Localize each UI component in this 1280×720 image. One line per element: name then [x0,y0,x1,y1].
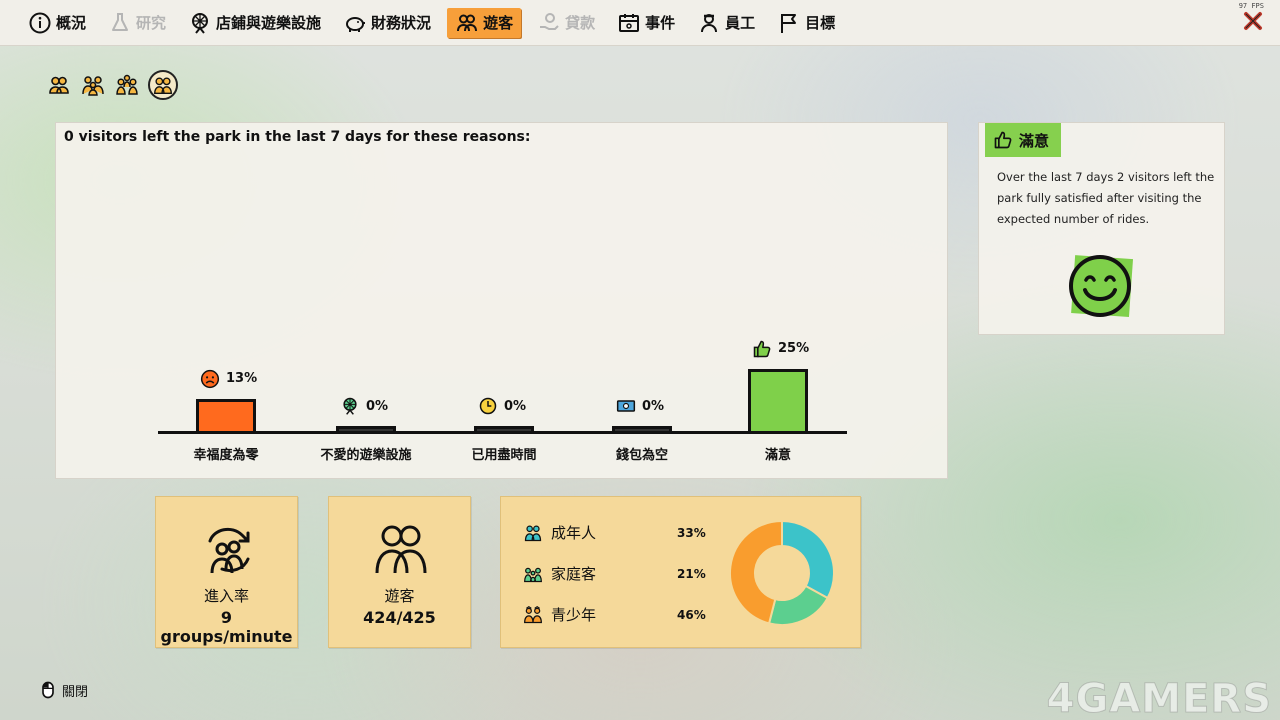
thumbs-up-icon [752,339,772,359]
thumbs-up-icon [993,130,1013,150]
tab-goals[interactable]: 目標 [771,8,841,38]
reason-label: 已用盡時間 [471,448,537,463]
loan-hand-icon [537,11,561,35]
satisfied-description: Over the last 7 days 2 visitors left the… [997,170,1215,226]
tab-overview-label: 概況 [56,14,87,32]
visitor-subtabs [46,70,186,100]
chart-baseline [158,431,847,434]
ferris-wheel-icon [340,396,360,416]
entry-rate-label: 進入率 [203,587,249,605]
demographic-label: 青少年 [551,606,597,624]
visitors-count-label: 遊客 [384,587,415,605]
tab-research-label: 研究 [136,14,167,32]
tab-finances[interactable]: 財務狀況 [337,8,437,38]
top-navigation-bar: 概況 研究 店鋪與遊樂設施 財務狀況 遊客 貸款 事件 員工 目標 97 FPS [0,0,1280,46]
leave-reasons-panel: 0 visitors left the park in the last 7 d… [55,122,948,479]
visitors-icon [373,521,429,577]
reason-bar [196,398,256,431]
leave-reasons-title: 0 visitors left the park in the last 7 d… [64,129,531,145]
visitors-count-card: 遊客 424/425 [328,496,471,648]
tab-goals-label: 目標 [805,14,836,32]
demographic-label: 家庭客 [551,565,597,583]
reason-label: 幸福度為零 [193,448,259,463]
satisfied-card: 滿意 Over the last 7 days 2 visitors left … [978,122,1225,335]
satisfied-tag: 滿意 [985,123,1061,157]
info-icon [28,11,52,35]
close-window-icon[interactable] [1242,10,1264,32]
tab-events[interactable]: 事件 [611,8,681,38]
visitors-icon [455,11,479,35]
piggy-bank-icon [343,11,367,35]
demographics-donut-chart [729,519,835,626]
sad-face-icon [200,369,220,389]
money-icon [616,396,636,416]
tab-loans[interactable]: 貸款 [531,8,601,38]
reason-percent: 25% [778,341,810,356]
flag-icon [777,11,801,35]
smiley-face-icon [1067,253,1135,321]
reason-percent: 13% [226,371,258,386]
reason-label: 錢包為空 [615,448,668,463]
entry-rate-value: 9 groups/minute [160,608,293,646]
teenagers-icon [523,605,543,625]
calendar-icon [617,11,641,35]
watermark-logo: 4GAMERS [1046,676,1272,720]
tab-visitors-label: 遊客 [483,14,514,32]
tab-overview[interactable]: 概況 [22,8,92,38]
visitors-families-icon[interactable] [114,72,140,98]
reason-label: 滿意 [764,448,791,463]
flask-icon [108,11,132,35]
demographic-row-adults: 成年人 33% [523,522,713,543]
entry-rate-card: 進入率 9 groups/minute [155,496,298,648]
visitors-overview-icon[interactable] [46,72,72,98]
demographic-row-teenagers: 青少年 46% [523,604,713,625]
demographic-label: 成年人 [551,524,597,542]
reason-value: 13% [200,369,257,389]
mouse-icon [38,680,58,700]
visitors-count-value: 424/425 [363,608,436,627]
demographic-percent: 33% [677,525,706,540]
demographic-row-families: 家庭客 21% [523,563,713,584]
tab-shops-rides[interactable]: 店鋪與遊樂設施 [182,8,327,38]
tab-staff[interactable]: 員工 [691,8,761,38]
entry-rate-icon [200,521,258,577]
demographic-percent: 46% [677,607,706,622]
clock-icon [478,396,498,416]
reason-label: 不愛的遊樂設施 [320,448,412,463]
reason-percent: 0% [504,398,527,414]
close-button[interactable]: 關閉 [38,680,88,700]
reason-bar [748,368,808,431]
tab-visitors[interactable]: 遊客 [447,7,522,38]
demographic-percent: 21% [677,566,706,581]
tab-research[interactable]: 研究 [102,8,172,38]
reason-value: 25% [752,339,809,359]
families-icon [523,564,543,584]
staff-icon [697,11,721,35]
visitors-unhappy-icon[interactable] [148,70,178,100]
tab-events-label: 事件 [645,14,676,32]
visitors-groups-icon[interactable] [80,72,106,98]
reason-value: 0% [340,396,388,416]
reason-percent: 0% [366,398,389,414]
satisfied-tag-label: 滿意 [1019,131,1050,150]
tab-shops-rides-label: 店鋪與遊樂設施 [216,14,322,32]
reason-value: 0% [478,396,526,416]
close-button-label: 關閉 [62,684,89,700]
adults-icon [523,523,543,543]
reason-value: 0% [616,396,664,416]
ferris-wheel-icon [188,11,212,35]
fps-counter: 97 FPS [1238,2,1264,10]
tab-staff-label: 員工 [725,14,756,32]
demographics-card: 成年人 33% 家庭客 21% 青少年 46% [500,496,861,648]
tab-loans-label: 貸款 [565,14,596,32]
reason-percent: 0% [642,398,665,414]
tab-finances-label: 財務狀況 [371,14,432,32]
